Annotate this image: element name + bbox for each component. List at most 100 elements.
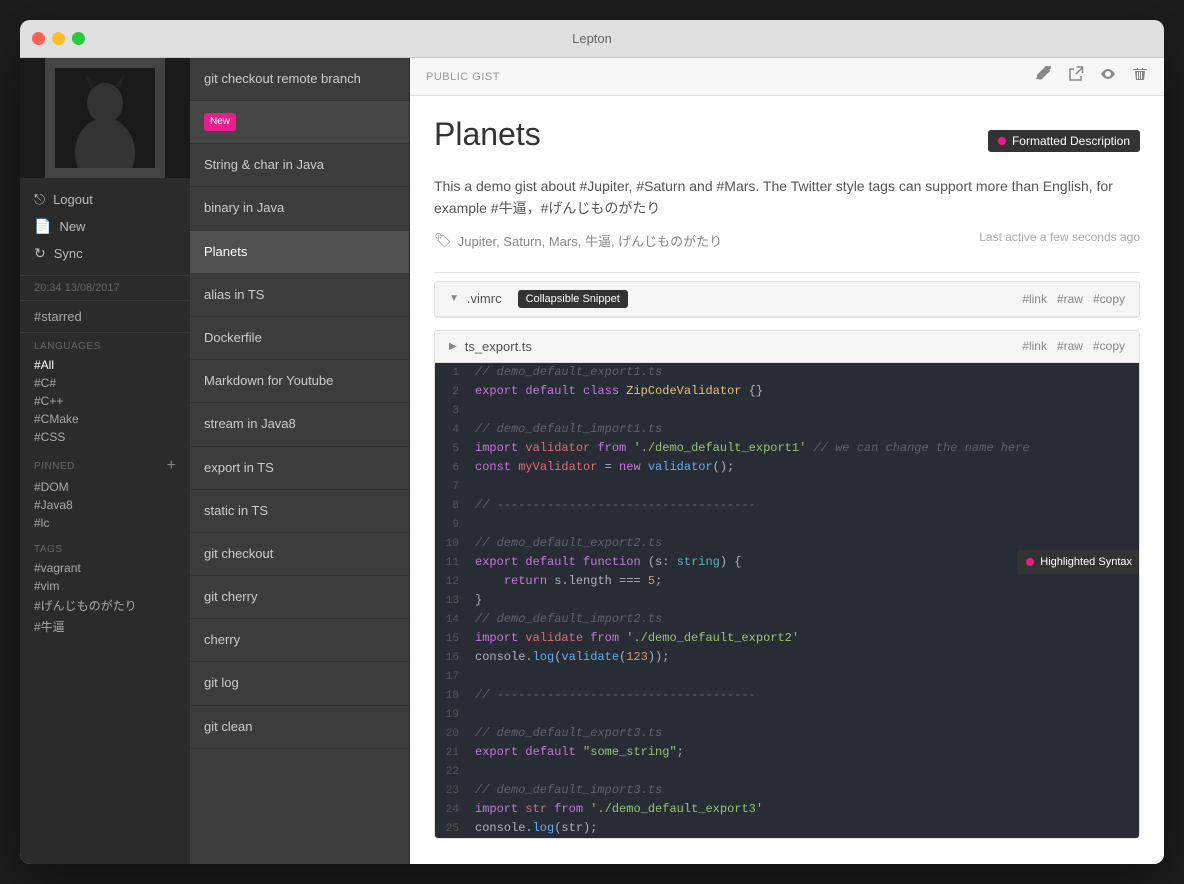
collapse-toggle-vimrc[interactable]: ▼	[449, 293, 459, 304]
list-item[interactable]: git log	[190, 662, 409, 705]
code-line: 18 // ----------------------------------…	[435, 686, 1139, 705]
code-line: 22	[435, 762, 1139, 781]
code-line: 19	[435, 705, 1139, 724]
formatted-description-badge: Formatted Description	[988, 130, 1140, 152]
toolbar-icons	[1036, 66, 1148, 87]
tags-section: TAGS #vagrant #vim #げんじものがたり #牛逼	[20, 536, 190, 641]
list-item[interactable]: git cherry	[190, 576, 409, 619]
main-topbar: PUBLIC GIST	[410, 58, 1164, 96]
trash-icon[interactable]	[1132, 66, 1148, 87]
maximize-button[interactable]	[72, 32, 85, 45]
link-action[interactable]: #link	[1022, 292, 1047, 306]
copy-action[interactable]: #copy	[1093, 292, 1125, 306]
divider	[434, 272, 1140, 273]
list-item[interactable]: String & char in Java	[190, 144, 409, 187]
list-item[interactable]: Dockerfile	[190, 317, 409, 360]
snippet-block-ts-export: ▶ ts_export.ts #link #raw #copy	[434, 330, 1140, 839]
sync-label: Sync	[54, 246, 83, 261]
gist-description: This a demo gist about #Jupiter, #Saturn…	[434, 175, 1140, 220]
formatted-desc-label: Formatted Description	[1012, 134, 1130, 148]
code-line: 20 // demo_default_export3.ts	[435, 724, 1139, 743]
code-line: 12 return s.length === 5;	[435, 572, 1139, 591]
lang-tag-csharp[interactable]: #C#	[34, 374, 176, 392]
list-item[interactable]: static in TS	[190, 490, 409, 533]
lang-tag-all[interactable]: #All	[34, 356, 176, 374]
pinned-tag-java8[interactable]: #Java8	[34, 496, 176, 514]
tag-genji[interactable]: #げんじものがたり	[34, 595, 176, 616]
sidebar-meta: 20:34 13/08/2017	[20, 276, 190, 301]
code-line: 7	[435, 477, 1139, 496]
copy-action-ts[interactable]: #copy	[1093, 339, 1125, 353]
list-item[interactable]: Markdown for Youtube	[190, 360, 409, 403]
list-item[interactable]: stream in Java8	[190, 403, 409, 446]
code-line: 14 // demo_default_import2.ts	[435, 610, 1139, 629]
list-item[interactable]: binary in Java	[190, 187, 409, 230]
link-action-ts[interactable]: #link	[1022, 339, 1047, 353]
tag-vim[interactable]: #vim	[34, 577, 176, 595]
code-line: 5 import validator from './demo_default_…	[435, 439, 1139, 458]
tag-niu[interactable]: #牛逼	[34, 616, 176, 637]
list-item-new[interactable]: New	[190, 101, 409, 144]
app-window: Lepton	[20, 20, 1164, 864]
gist-title-row: Planets Formatted Description	[434, 116, 1140, 165]
tags-title: TAGS	[34, 544, 176, 555]
code-line: 24 import str from './demo_default_expor…	[435, 800, 1139, 819]
snippet-block-vimrc: ▼ .vimrc Collapsible Snippet #link #raw …	[434, 281, 1140, 318]
pinned-tag-lc[interactable]: #lc	[34, 514, 176, 532]
snippet-header-left: ▼ .vimrc Collapsible Snippet	[449, 290, 628, 308]
languages-section: LANGUAGES #All #C# #C++ #CMake #CSS	[20, 333, 190, 450]
code-line: 8 // -----------------------------------…	[435, 496, 1139, 515]
list-item[interactable]: git checkout remote branch	[190, 58, 409, 101]
code-line: 16 console.log(validate(123));	[435, 648, 1139, 667]
sync-button[interactable]: ↻ Sync	[20, 240, 190, 267]
code-line: 21 export default "some_string";	[435, 743, 1139, 762]
list-item-planets[interactable]: Planets	[190, 231, 409, 274]
sidebar-avatar	[20, 58, 190, 178]
edit-icon[interactable]	[1036, 66, 1052, 87]
external-link-icon[interactable]	[1068, 66, 1084, 87]
badge-dot-hs	[1026, 558, 1034, 566]
code-line: 9	[435, 515, 1139, 534]
code-line: 6 const myValidator = new validator();	[435, 458, 1139, 477]
lang-tag-cmake[interactable]: #CMake	[34, 410, 176, 428]
raw-action-ts[interactable]: #raw	[1057, 339, 1083, 353]
list-item[interactable]: git checkout	[190, 533, 409, 576]
app-body: ⎋ Logout 📄 New ↻ Sync 20:34 13/08/2017 #…	[20, 58, 1164, 864]
main-body: Planets Formatted Description This a dem…	[410, 96, 1164, 864]
collapsible-snippet-badge: Collapsible Snippet	[518, 290, 628, 308]
raw-action[interactable]: #raw	[1057, 292, 1083, 306]
pinned-title: PINNED	[34, 461, 75, 472]
lang-tag-css[interactable]: #CSS	[34, 428, 176, 446]
pinned-header: PINNED +	[20, 450, 190, 478]
gist-tags: 🏷 Jupiter, Saturn, Mars, 牛逼, げんじものがたり	[434, 231, 722, 250]
list-item[interactable]: cherry	[190, 619, 409, 662]
minimize-button[interactable]	[52, 32, 65, 45]
eye-icon[interactable]	[1100, 66, 1116, 87]
snippet-filename-vimrc: .vimrc	[467, 291, 502, 306]
tag-vagrant[interactable]: #vagrant	[34, 559, 176, 577]
code-line: 25 console.log(str);	[435, 819, 1139, 838]
pinned-tag-dom[interactable]: #DOM	[34, 478, 176, 496]
snippet-actions-vimrc: #link #raw #copy	[1022, 292, 1125, 306]
collapse-toggle-ts[interactable]: ▶	[449, 341, 457, 352]
snippet-header-ts-export[interactable]: ▶ ts_export.ts #link #raw #copy	[435, 331, 1139, 363]
code-line: 1 // demo_default_export1.ts	[435, 363, 1139, 382]
code-line: 17	[435, 667, 1139, 686]
list-item[interactable]: alias in TS	[190, 274, 409, 317]
gist-meta-row: 🏷 Jupiter, Saturn, Mars, 牛逼, げんじものがたり La…	[434, 230, 1140, 260]
sidebar-scrollable: ⎋ Logout 📄 New ↻ Sync 20:34 13/08/2017 #…	[20, 178, 190, 864]
last-active: Last active a few seconds ago	[979, 230, 1140, 244]
snippet-header-vimrc[interactable]: ▼ .vimrc Collapsible Snippet #link #raw …	[435, 282, 1139, 317]
logout-label: Logout	[53, 192, 93, 207]
close-button[interactable]	[32, 32, 45, 45]
code-line: 23 // demo_default_import3.ts	[435, 781, 1139, 800]
code-line: 3	[435, 401, 1139, 420]
main-content: PUBLIC GIST	[410, 58, 1164, 864]
new-button[interactable]: 📄 New	[20, 213, 190, 240]
list-item[interactable]: git clean	[190, 706, 409, 749]
starred-filter[interactable]: #starred	[20, 301, 190, 333]
logout-button[interactable]: ⎋ Logout	[20, 186, 190, 213]
lang-tag-cpp[interactable]: #C++	[34, 392, 176, 410]
list-item[interactable]: export in TS	[190, 447, 409, 490]
pinned-add-button[interactable]: +	[167, 458, 176, 474]
